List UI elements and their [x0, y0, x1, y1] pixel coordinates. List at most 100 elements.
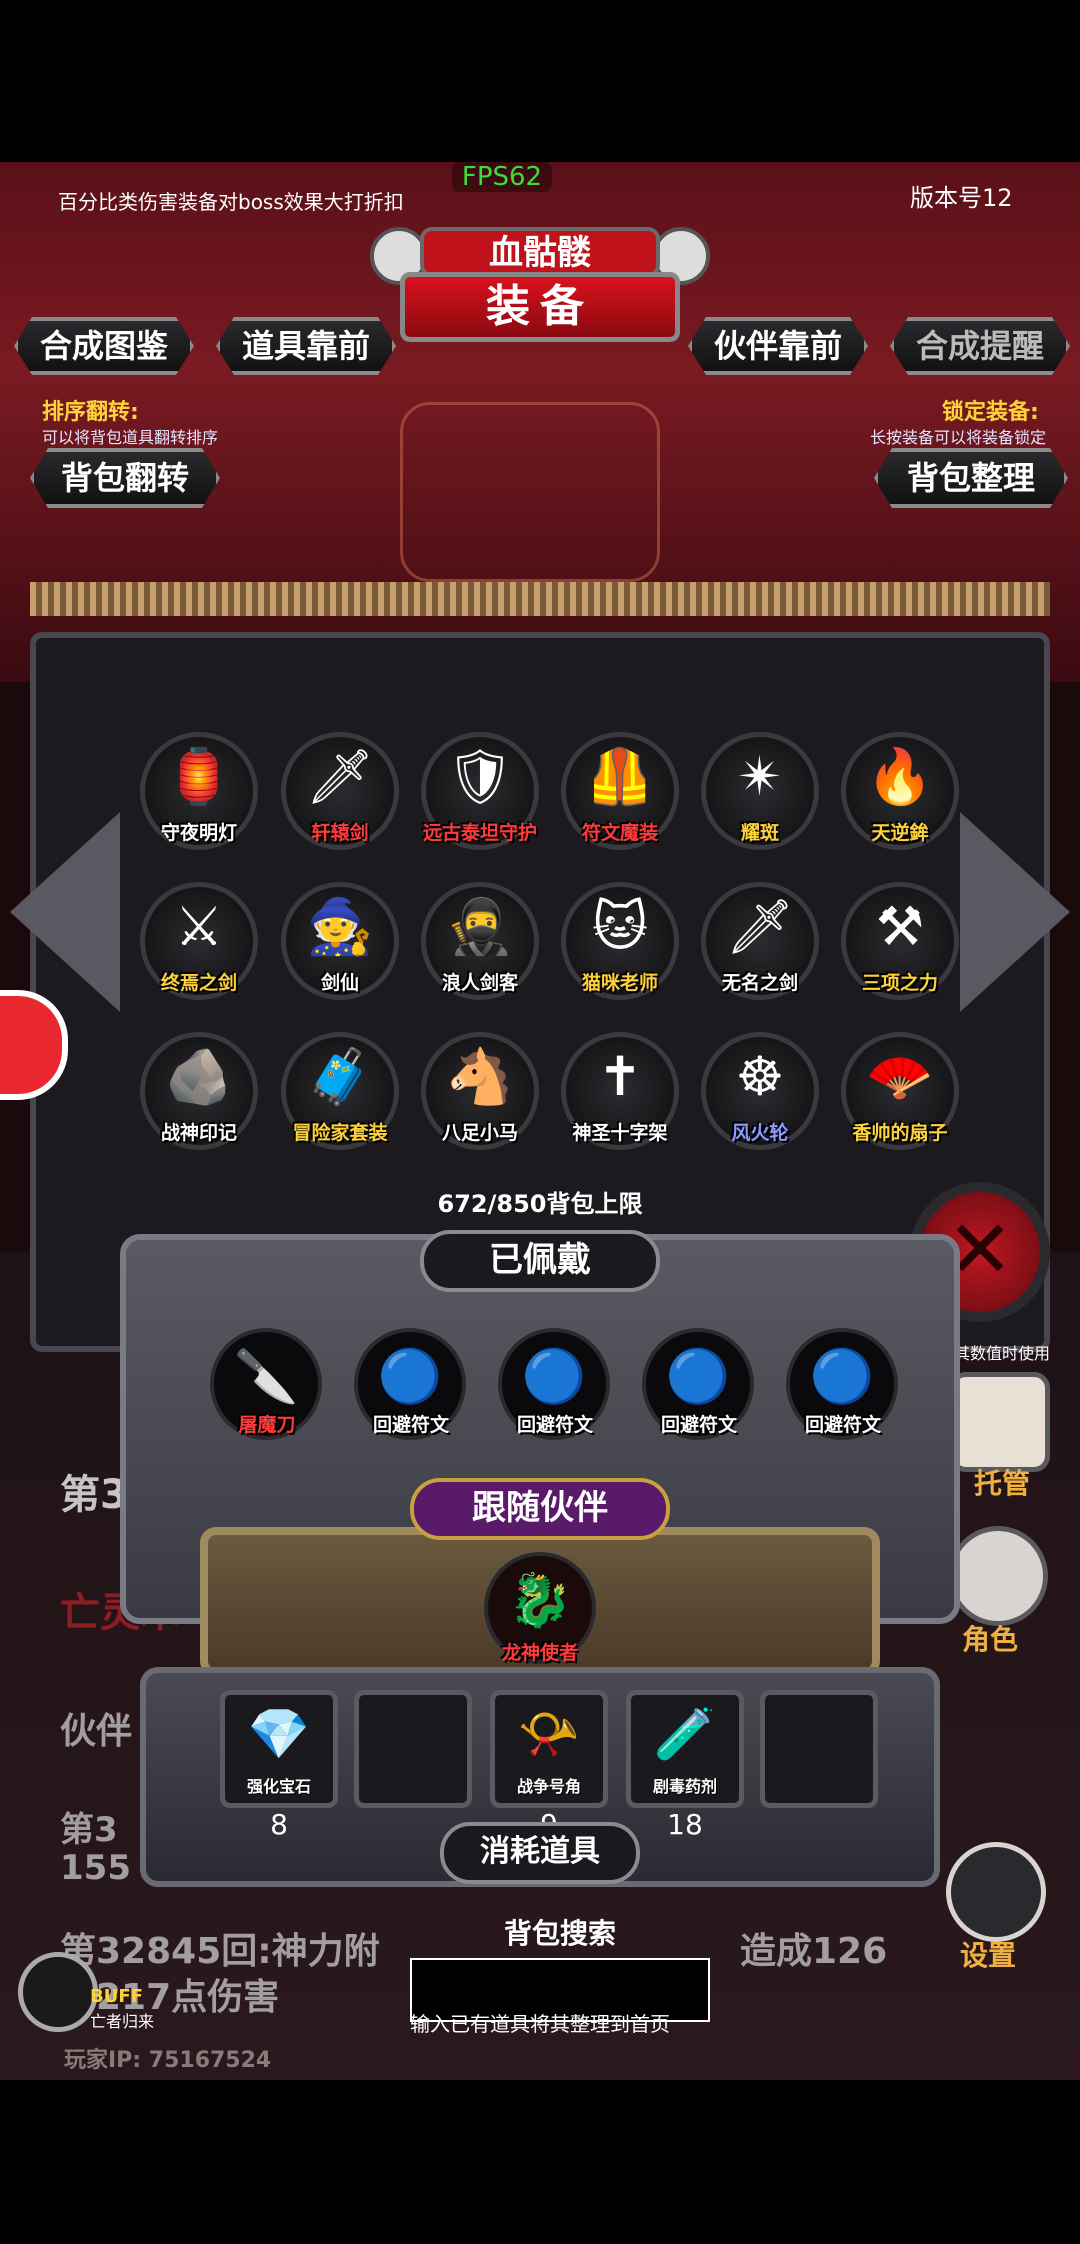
tab-synthesis-hint[interactable]: 合成提醒 — [890, 317, 1070, 375]
inventory-item-label: 冒险家套装 — [292, 1122, 388, 1144]
inventory-item-label: 香帅的扇子 — [852, 1122, 948, 1144]
tab-synthesis-catalog[interactable]: 合成图鉴 — [14, 317, 194, 375]
evasion-rune-icon: 🔵 — [521, 1347, 587, 1407]
inventory-item-label: 无名之剑 — [721, 972, 798, 994]
war-god-mark-icon: 🪨 — [165, 1045, 233, 1108]
consumable-label: 剧毒药剂 — [652, 1777, 717, 1796]
inventory-item-label: 剑仙 — [320, 972, 359, 994]
tab-items-first[interactable]: 道具靠前 — [216, 317, 396, 375]
lantern-icon: 🏮 — [165, 745, 233, 808]
empty-consumable-slot[interactable] — [354, 1690, 472, 1808]
horse-icon: 🐴 — [446, 1045, 514, 1108]
flare-icon: ✴ — [737, 745, 783, 808]
rune-armor-icon: 🦺 — [586, 745, 654, 808]
sword-immortal-icon: 🧙 — [306, 895, 374, 958]
crossed-swords-emblem — [400, 402, 660, 582]
log-line: 第32845回:神力附 — [60, 1931, 380, 1972]
consumable-label: 战争号角 — [516, 1777, 581, 1796]
sort-flip-desc: 可以将背包道具翻转排序 — [42, 428, 219, 447]
inventory-item-label: 战神印记 — [160, 1122, 237, 1144]
sort-flip-title: 排序翻转: — [42, 400, 139, 425]
blade-icon: 🔪 — [233, 1347, 299, 1407]
lock-desc: 长按装备可以将装备锁定 — [870, 428, 1047, 447]
partner-name: 龙神使者 — [501, 1642, 578, 1664]
role-button[interactable] — [948, 1526, 1048, 1626]
tab-partner-first[interactable]: 伙伴靠前 — [688, 317, 868, 375]
evasion-rune-icon: 🔵 — [809, 1347, 875, 1407]
triforce-icon: ⚒ — [875, 895, 925, 958]
inventory-item-label: 浪人剑客 — [441, 972, 518, 994]
equipped-title: 已佩戴 — [420, 1230, 660, 1292]
consumable-count: 18 — [667, 1808, 703, 1841]
inventory-item-label: 远古泰坦守护 — [422, 822, 537, 844]
inventory-item-label: 守夜明灯 — [160, 822, 237, 844]
ronin-icon: 🥷 — [446, 895, 514, 958]
settings-label: 设置 — [960, 1939, 1017, 1972]
evasion-rune-icon: 🔵 — [665, 1347, 731, 1407]
inventory-item-label: 猫咪老师 — [581, 972, 658, 994]
bag-capacity: 672/850背包上限 — [437, 1190, 643, 1218]
log-line: 第3 — [60, 1810, 118, 1850]
inventory-item-label: 天逆鉾 — [871, 822, 929, 844]
version-number: 版本号12 — [910, 184, 1013, 212]
curtain-fringe — [30, 582, 1050, 616]
cat-teacher-icon: 🐱 — [591, 895, 649, 958]
inventory-item-label: 轩辕剑 — [311, 822, 369, 844]
log-line: 155 — [60, 1848, 131, 1888]
equipped-slot-label: 回避符文 — [660, 1414, 737, 1436]
bag-sort-button[interactable]: 背包整理 — [874, 448, 1068, 508]
wind-fire-wheel-icon: ☸ — [735, 1045, 785, 1108]
buff-name: 亡者归来 — [90, 2012, 155, 2031]
consumables-title: 消耗道具 — [440, 1822, 640, 1884]
log-line: 第3 — [60, 1472, 128, 1518]
partner-title: 跟随伙伴 — [410, 1478, 670, 1540]
evasion-rune-icon: 🔵 — [377, 1347, 443, 1407]
inventory-item-label: 耀斑 — [740, 822, 779, 844]
adventurer-icon: 🧳 — [306, 1045, 374, 1108]
fan-icon: 🪭 — [866, 1045, 934, 1108]
settings-gear-icon[interactable] — [946, 1842, 1046, 1942]
player-ip: 玩家IP: 75167524 — [64, 2048, 272, 2073]
log-line: 造成126 — [740, 1931, 888, 1972]
buff-label: BUFF — [90, 1986, 143, 2007]
poison-icon: 🧪 — [653, 1705, 717, 1763]
search-title: 背包搜索 — [503, 1917, 616, 1950]
inventory-item-label: 风火轮 — [731, 1122, 789, 1144]
finale-sword-icon: ⚔ — [174, 895, 224, 958]
skull-buff-icon[interactable] — [18, 1952, 98, 2032]
spear-icon: 🔥 — [866, 745, 934, 808]
manage-label: 托管 — [974, 1467, 1031, 1500]
dragon-messenger-icon: 🐉 — [507, 1571, 573, 1631]
equipped-slot-label: 回避符文 — [804, 1414, 881, 1436]
inventory-item-label: 符文魔装 — [581, 822, 658, 844]
consumable-slot[interactable]: 🧪 剧毒药剂 — [626, 1690, 744, 1808]
title-plate: 血骷髅 装备 — [370, 227, 710, 362]
page-title: 装备 — [400, 272, 680, 342]
search-hint: 输入已有道具将其整理到首页 — [410, 2012, 670, 2036]
nameless-sword-icon: 🗡 — [725, 895, 795, 958]
side-hint: 其数值时使用 — [954, 1344, 1051, 1363]
titan-icon: 🛡 — [445, 745, 515, 808]
gem-icon: 💎 — [247, 1705, 311, 1763]
consumable-count: 8 — [270, 1808, 288, 1841]
sword-icon: 🗡 — [305, 745, 375, 808]
horn-icon: 📯 — [517, 1705, 581, 1763]
subtitle: 血骷髅 — [420, 227, 660, 277]
fps-counter: FPS62 — [452, 162, 552, 192]
dice-icon[interactable] — [950, 1372, 1050, 1472]
equipped-slot-label: 回避符文 — [372, 1414, 449, 1436]
game-screen: 第3 亡灵术 伙伴 第3 155 第32845回:神力附 造成126 217点伤… — [0, 162, 1080, 2080]
role-label: 角色 — [962, 1623, 1019, 1656]
equipped-slot-label: 屠魔刀 — [238, 1414, 296, 1436]
consumable-slot[interactable]: 📯 战争号角 — [490, 1690, 608, 1808]
inventory-item-label: 神圣十字架 — [572, 1122, 668, 1144]
empty-consumable-slot[interactable] — [760, 1690, 878, 1808]
cross-icon: ✝ — [597, 1045, 643, 1108]
boss-damage-notice: 百分比类伤害装备对boss效果大打折扣 — [58, 190, 404, 214]
consumable-label: 强化宝石 — [246, 1777, 311, 1796]
bag-flip-button[interactable]: 背包翻转 — [30, 448, 220, 508]
inventory-item-label: 终焉之剑 — [160, 972, 237, 994]
consumable-slot[interactable]: 💎 强化宝石 — [220, 1690, 338, 1808]
log-line: 伙伴 — [60, 1711, 133, 1752]
lock-title: 锁定装备: — [942, 400, 1039, 425]
